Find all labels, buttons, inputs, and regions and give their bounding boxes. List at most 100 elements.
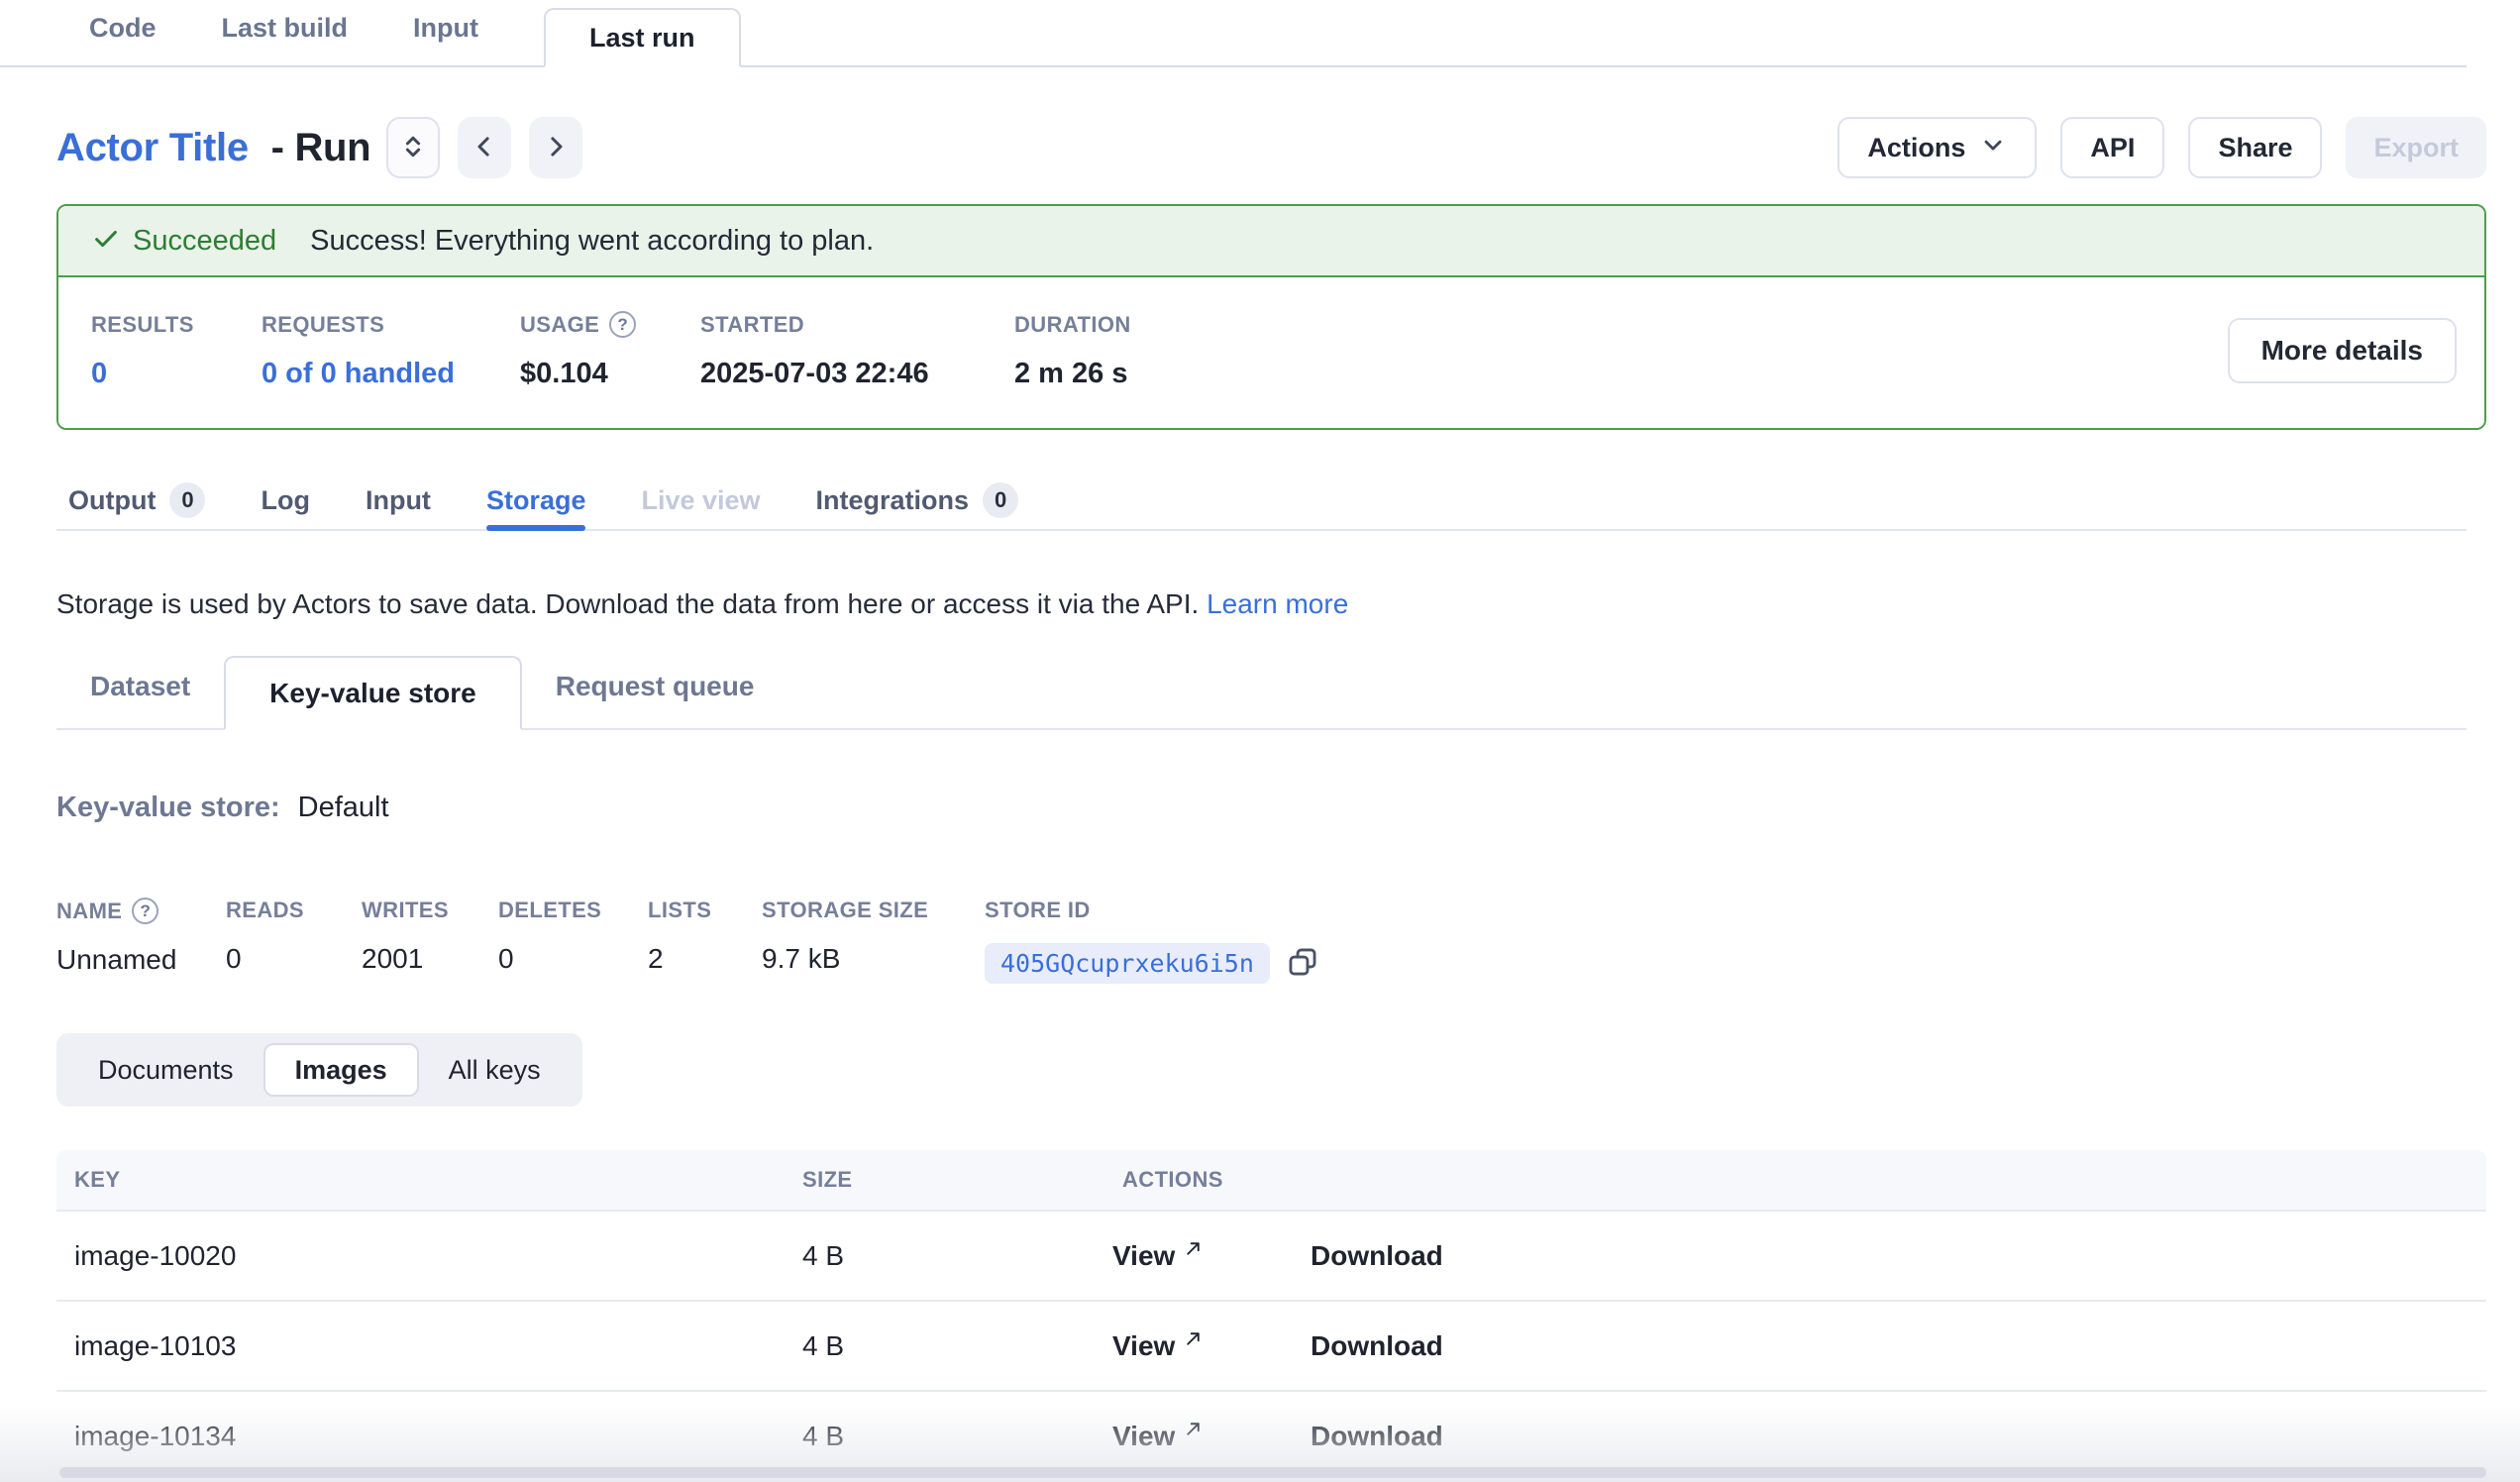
export-button: Export (2346, 117, 2486, 178)
stat-duration-value: 2 m 26 s (1014, 358, 1131, 390)
store-id-label: STORE ID (985, 898, 1319, 923)
tab-log[interactable]: Log (261, 472, 309, 529)
status-badge: Succeeded (133, 225, 276, 258)
top-tab-bar: Code Last build Input Last run (0, 0, 2467, 67)
store-stat-deletes-value: 0 (498, 943, 648, 975)
view-link[interactable]: View (1112, 1421, 1311, 1452)
tab-key-value-store[interactable]: Key-value store (224, 656, 522, 730)
tab-last-build[interactable]: Last build (222, 13, 349, 65)
actions-button-label: Actions (1867, 133, 1965, 163)
table-row: image-10103 4 B View Download (56, 1302, 2486, 1392)
view-link[interactable]: View (1112, 1240, 1311, 1272)
kv-store-label: Key-value store: (56, 792, 280, 824)
tab-code[interactable]: Code (89, 13, 157, 65)
run-selector-button[interactable] (386, 117, 440, 178)
store-stat-lists-value: 2 (648, 943, 762, 975)
table-row: image-10020 4 B View Download (56, 1212, 2486, 1302)
kv-store-name-row: Key-value store: Default (56, 792, 2520, 824)
download-link[interactable]: Download (1311, 1421, 2486, 1452)
header-actions: Actions API Share Export (1838, 117, 2486, 178)
filter-documents[interactable]: Documents (68, 1043, 263, 1097)
store-stat-lists: LISTS 2 (648, 898, 762, 984)
storage-description-text: Storage is used by Actors to save data. … (56, 588, 1199, 619)
actions-button[interactable]: Actions (1838, 117, 2037, 178)
stat-results-label: RESULTS (91, 312, 262, 338)
stat-started-label: STARTED (700, 312, 1014, 338)
page-title-suffix: - Run (271, 126, 371, 169)
chevron-right-icon (541, 132, 571, 164)
store-stat-reads: READS 0 (226, 898, 362, 984)
success-banner: Succeeded Success! Everything went accor… (58, 206, 2484, 277)
tab-integrations[interactable]: Integrations 0 (816, 472, 1019, 529)
horizontal-scrollbar[interactable] (59, 1467, 2486, 1478)
store-stats-row: NAME ? Unnamed READS 0 WRITES 2001 DELET… (56, 898, 2520, 984)
copy-button[interactable] (1286, 945, 1319, 982)
help-icon[interactable]: ? (609, 311, 636, 338)
stat-requests-value[interactable]: 0 of 0 handled (262, 358, 520, 390)
stat-requests-label: REQUESTS (262, 312, 520, 338)
tab-last-run[interactable]: Last run (544, 8, 741, 67)
actor-run-page: Code Last build Input Last run Actor Tit… (0, 0, 2520, 1482)
store-stat-reads-value: 0 (226, 943, 362, 975)
store-stat-writes: WRITES 2001 (362, 898, 498, 984)
external-link-icon (1183, 1324, 1204, 1356)
stat-usage-label: USAGE ? (520, 311, 700, 338)
view-link-label: View (1112, 1330, 1175, 1362)
run-status-card: Succeeded Success! Everything went accor… (56, 204, 2486, 430)
external-link-icon (1183, 1234, 1204, 1266)
tab-input[interactable]: Input (413, 13, 478, 65)
stat-duration-label: DURATION (1014, 312, 1131, 338)
stat-duration: DURATION 2 m 26 s (1014, 312, 1131, 390)
store-stat-deletes: DELETES 0 (498, 898, 648, 984)
download-link[interactable]: Download (1311, 1240, 2486, 1272)
storage-description: Storage is used by Actors to save data. … (56, 588, 2520, 620)
actor-title-link[interactable]: Actor Title (56, 126, 249, 169)
more-details-button[interactable]: More details (2228, 318, 2457, 383)
store-stat-reads-label: READS (226, 898, 362, 923)
tab-live-view: Live view (641, 472, 760, 529)
help-icon[interactable]: ? (132, 898, 158, 924)
store-stat-storage-size: STORAGE SIZE 9.7 kB (762, 898, 985, 984)
store-stat-name-value: Unnamed (56, 944, 226, 976)
share-button[interactable]: Share (2188, 117, 2322, 178)
stat-results-value[interactable]: 0 (91, 358, 262, 390)
row-size: 4 B (802, 1240, 1112, 1272)
store-stat-deletes-label: DELETES (498, 898, 648, 923)
store-stat-name-label: NAME ? (56, 898, 226, 924)
store-id-value[interactable]: 405GQcuprxeku6i5n (985, 943, 1270, 984)
view-link[interactable]: View (1112, 1330, 1311, 1362)
tab-request-queue[interactable]: Request queue (522, 671, 788, 728)
column-size: SIZE (802, 1167, 1122, 1193)
tab-dataset[interactable]: Dataset (56, 671, 224, 728)
tab-output-label: Output (68, 485, 156, 516)
next-run-button[interactable] (529, 117, 582, 178)
filter-images[interactable]: Images (263, 1043, 419, 1097)
download-link[interactable]: Download (1311, 1330, 2486, 1362)
storage-tab-bar: Dataset Key-value store Request queue (56, 656, 2467, 730)
stat-results: RESULTS 0 (91, 312, 262, 390)
check-icon (91, 224, 121, 259)
view-link-label: View (1112, 1421, 1175, 1452)
tab-storage[interactable]: Storage (486, 472, 586, 529)
filter-all-keys[interactable]: All keys (419, 1043, 571, 1097)
row-size: 4 B (802, 1330, 1112, 1362)
view-link-label: View (1112, 1240, 1175, 1272)
tab-integrations-label: Integrations (816, 485, 970, 516)
previous-run-button[interactable] (458, 117, 511, 178)
output-count-badge: 0 (169, 482, 205, 518)
api-button[interactable]: API (2060, 117, 2164, 178)
tab-run-input[interactable]: Input (366, 472, 431, 529)
up-down-chevron-icon (398, 132, 428, 164)
store-stat-store-id: STORE ID 405GQcuprxeku6i5n (985, 898, 1319, 984)
tab-output[interactable]: Output 0 (68, 472, 205, 529)
column-actions: ACTIONS (1122, 1167, 2486, 1193)
keys-table: KEY SIZE ACTIONS image-10020 4 B View Do… (56, 1150, 2486, 1482)
store-stat-size-value: 9.7 kB (762, 943, 985, 975)
key-filter-segmented-control: Documents Images All keys (56, 1033, 582, 1107)
row-key: image-10020 (56, 1240, 802, 1272)
row-key: image-10103 (56, 1330, 802, 1362)
store-stat-lists-label: LISTS (648, 898, 762, 923)
table-header: KEY SIZE ACTIONS (56, 1150, 2486, 1212)
learn-more-link[interactable]: Learn more (1207, 588, 1348, 619)
row-size: 4 B (802, 1421, 1112, 1452)
